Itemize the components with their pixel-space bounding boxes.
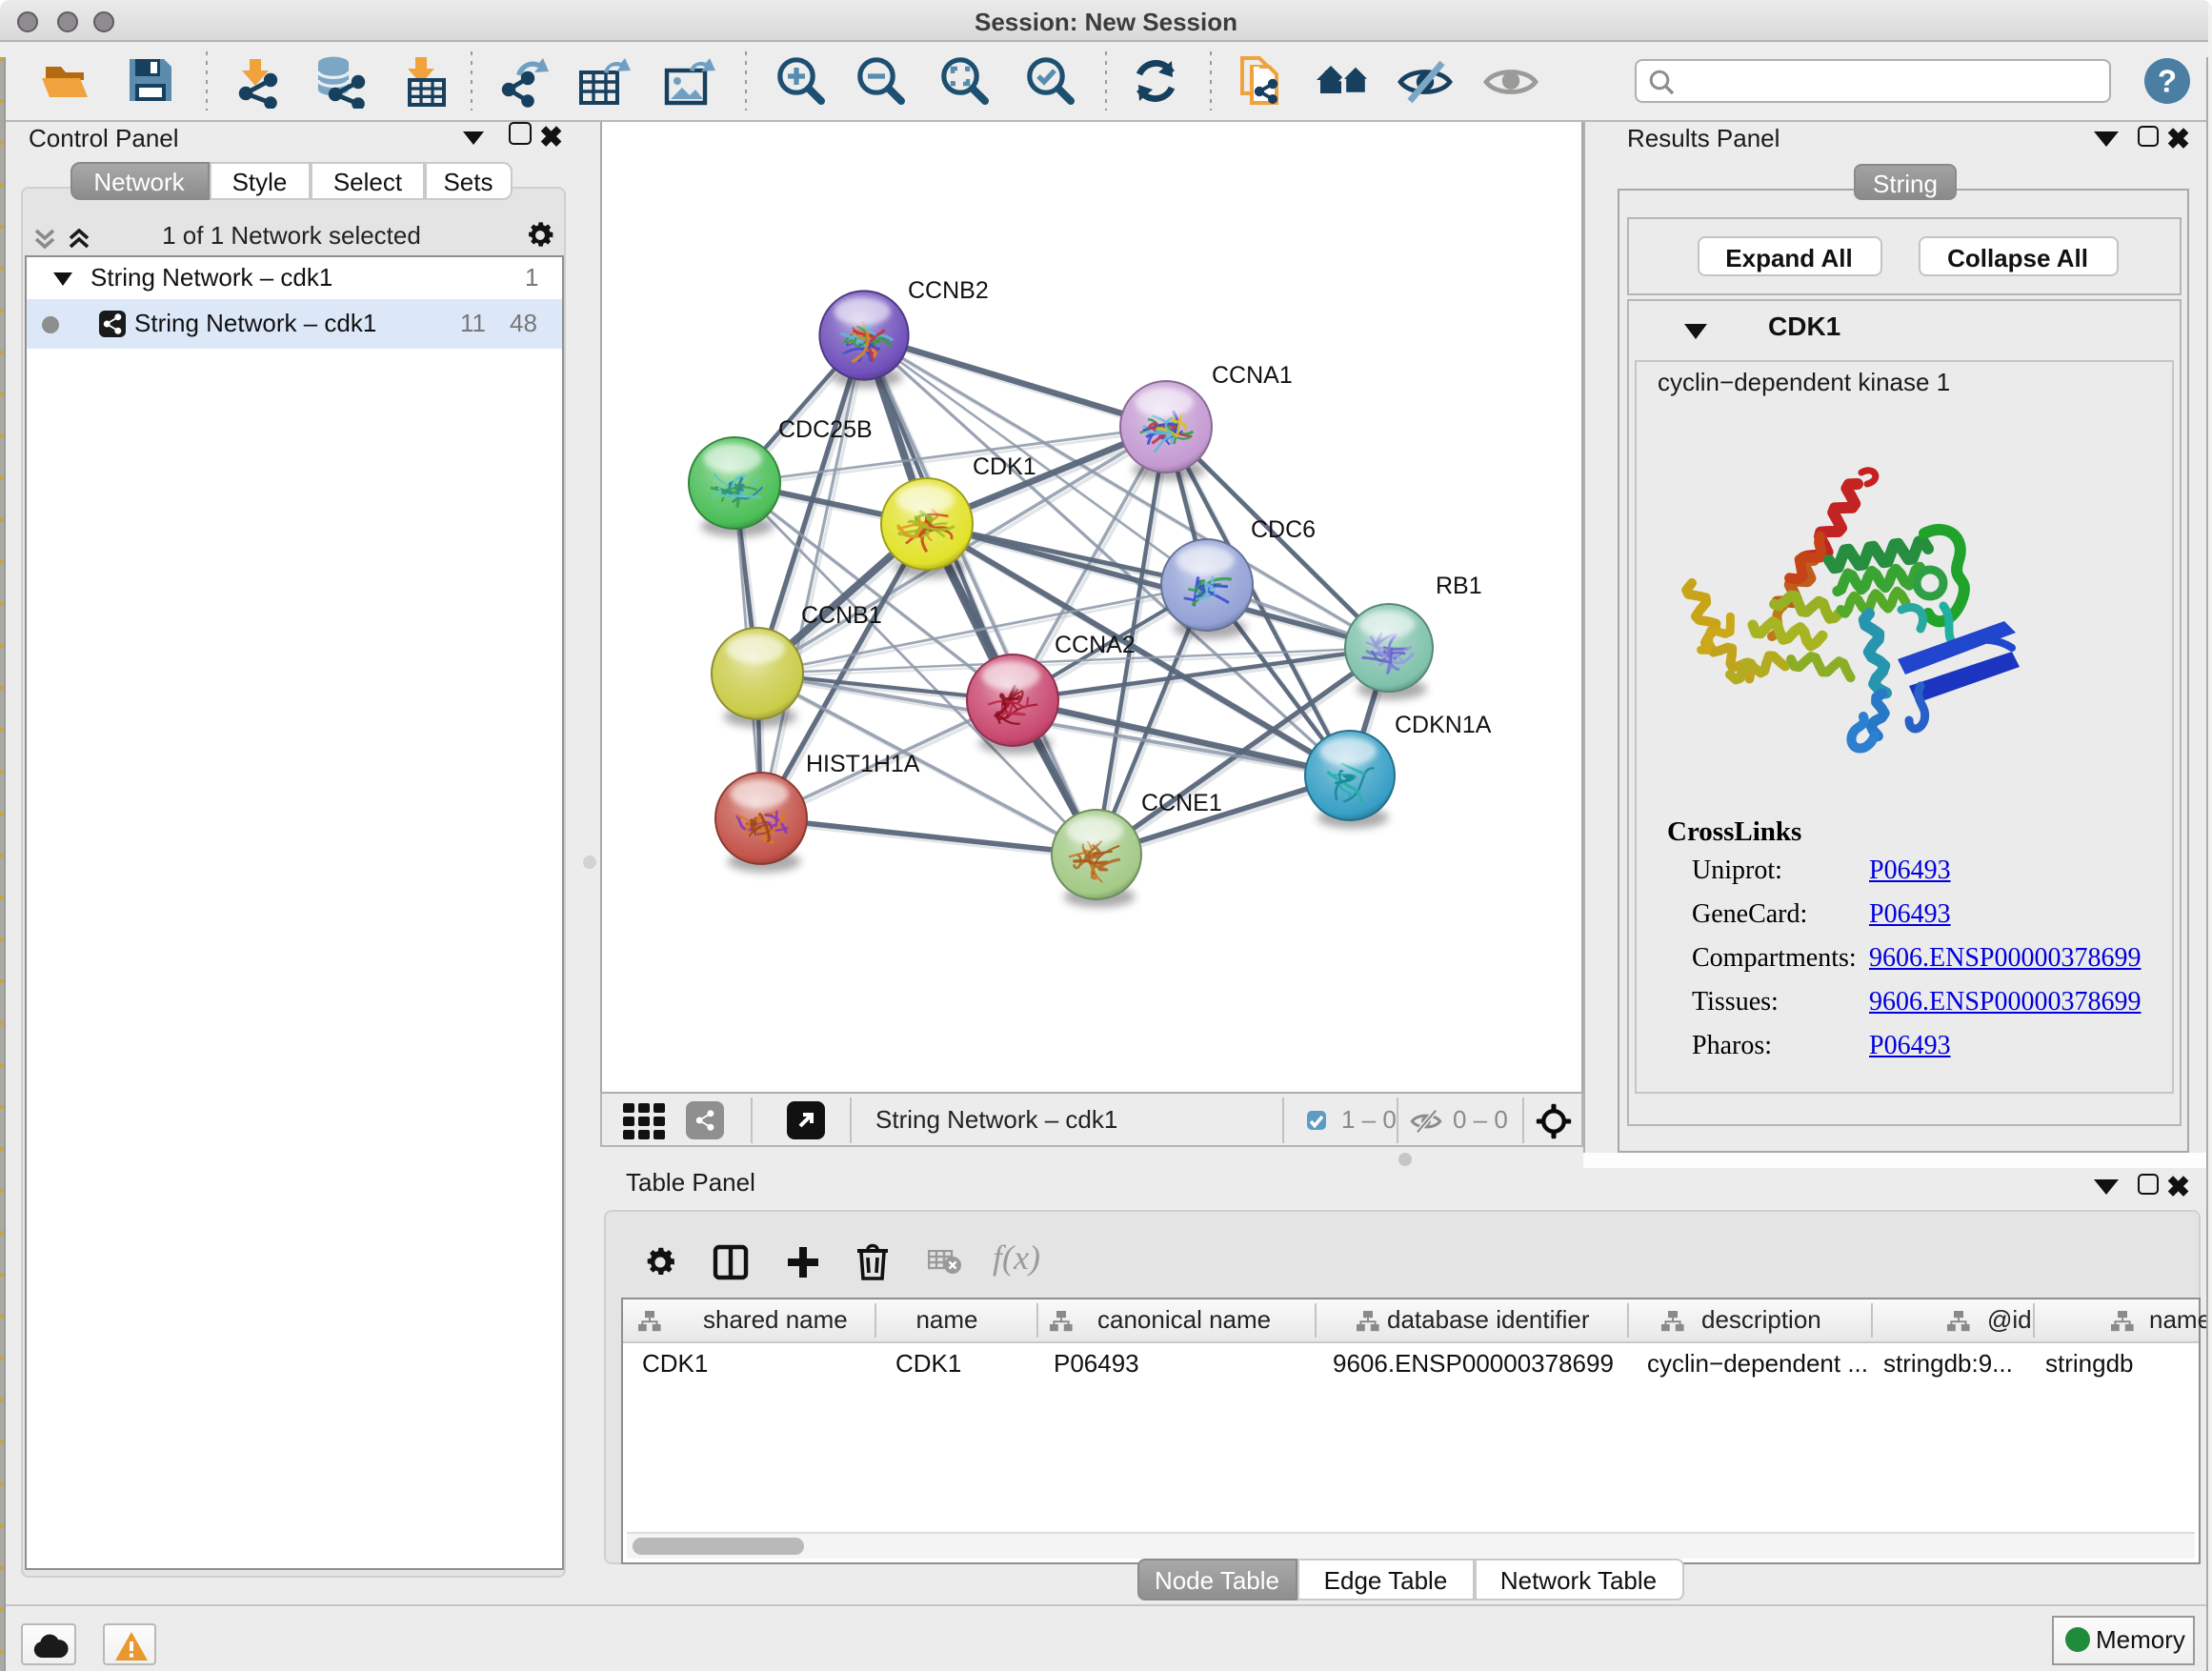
svg-text:HIST1H1A: HIST1H1A [805, 750, 919, 776]
svg-text:CCNE1: CCNE1 [1140, 789, 1221, 815]
svg-text:RB1: RB1 [1435, 572, 1481, 598]
svg-text:CCNB2: CCNB2 [907, 276, 988, 303]
svg-text:CDC6: CDC6 [1250, 515, 1315, 542]
svg-text:CCNA1: CCNA1 [1211, 361, 1292, 388]
svg-text:CDKN1A: CDKN1A [1394, 711, 1491, 737]
svg-text:?: ? [2158, 63, 2177, 98]
svg-text:CCNB1: CCNB1 [800, 601, 881, 628]
svg-text:CDK1: CDK1 [972, 453, 1036, 479]
svg-text:CDC25B: CDC25B [777, 415, 872, 442]
svg-text:CCNA2: CCNA2 [1054, 631, 1135, 657]
